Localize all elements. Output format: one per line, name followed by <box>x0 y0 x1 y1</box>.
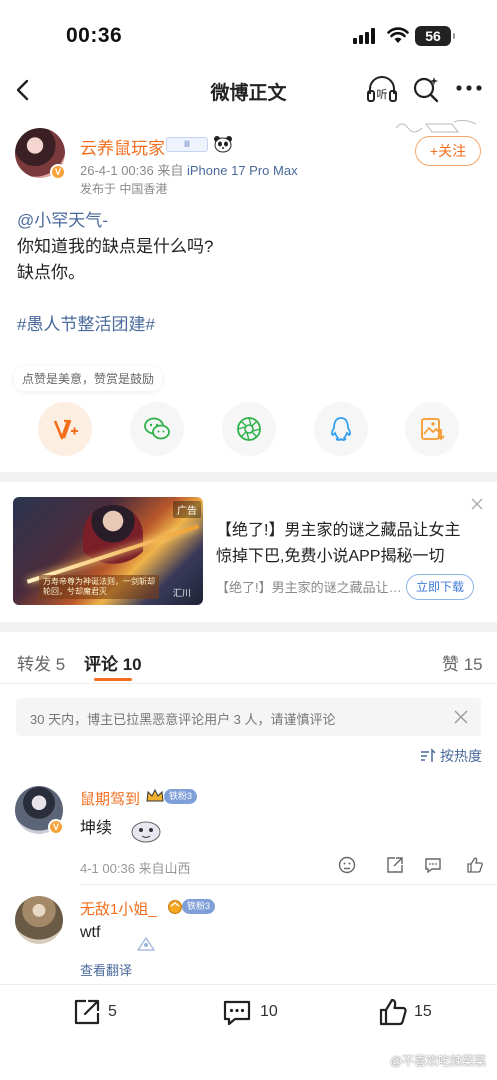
author-name[interactable]: 云养鼠玩家 <box>80 134 165 159</box>
sticker-icon <box>131 821 161 843</box>
like-button[interactable]: 15 <box>378 997 448 1029</box>
ad-card[interactable]: 万寿帝尊为神诞法则，一剑斩却轮回，兮却魔君灭 广告 汇川 【绝了!】男主家的谜之… <box>0 484 497 622</box>
comment-text: 坤续 <box>80 820 113 837</box>
watermark: @不喜欢吃辣菜菜 <box>390 1054 487 1068</box>
comment-meta: 4-1 00:36 来自山西 <box>80 861 191 876</box>
crown-icon <box>146 788 164 802</box>
share-wechat-button[interactable] <box>130 402 184 456</box>
share-moments-button[interactable] <box>222 402 276 456</box>
close-icon[interactable] <box>454 710 468 724</box>
share-row <box>0 402 497 460</box>
search-icon[interactable] <box>412 75 440 103</box>
listen-headphones-icon[interactable]: 听 <box>366 74 398 104</box>
post-header: V 云养鼠玩家 Ⅲ 26-4-1 00:36 来自 iPhone 17 Pro … <box>0 118 497 198</box>
translate-link[interactable]: 查看翻译 <box>80 960 132 979</box>
comment-notice: 30 天内，博主已拉黑恶意评论用户 3 人，请谨慎评论 <box>16 698 481 736</box>
cellular-signal-icon <box>353 28 375 44</box>
commenter-avatar[interactable] <box>15 896 63 944</box>
wifi-icon <box>387 27 409 43</box>
status-bar: 00:36 56 <box>0 0 497 70</box>
verified-badge-icon: V <box>50 164 66 180</box>
reward-button[interactable] <box>38 402 92 456</box>
sort-label: 按热度 <box>440 748 482 764</box>
sticker-icon <box>136 936 156 951</box>
follow-button[interactable]: +关注 <box>415 136 481 166</box>
svg-text:听: 听 <box>377 88 388 101</box>
section-divider <box>0 472 497 482</box>
tab-repost[interactable]: 转发 5 <box>17 650 65 675</box>
repost-count: 5 <box>108 1003 117 1020</box>
post-text-line: 缺点你。 <box>17 263 85 282</box>
ad-title[interactable]: 【绝了!】男主家的谜之藏品让女主惊掉下巴,免费小说APP揭秘一切 <box>216 518 476 570</box>
more-options-icon[interactable] <box>454 78 484 98</box>
ad-brand: 汇川 <box>173 588 192 598</box>
active-tab-indicator <box>94 678 132 681</box>
reward-icon <box>53 419 78 440</box>
comment-divider <box>80 884 497 885</box>
notice-text: 30 天内，博主已拉黑恶意评论用户 3 人，请谨慎评论 <box>30 712 336 727</box>
interaction-tabs: 转发 5 评论 10 赞 15 <box>0 634 497 684</box>
post-device[interactable]: iPhone 17 Pro Max <box>187 163 298 178</box>
navbar: 微博正文 听 <box>0 70 497 110</box>
post-meta: 26-4-1 00:36 来自 iPhone 17 Pro Max <box>80 160 298 179</box>
sort-icon <box>421 748 436 762</box>
repost-comment-icon[interactable] <box>386 856 404 874</box>
commenter-name[interactable]: 无敌1小姐_ <box>80 898 157 919</box>
comment-count: 10 <box>260 1003 278 1020</box>
wechat-icon <box>144 417 170 440</box>
post-time: 26-4-1 00:36 <box>80 163 154 178</box>
battery-indicator: 56 <box>415 26 455 46</box>
qq-icon <box>331 417 351 441</box>
comment-button[interactable]: 10 <box>222 997 292 1029</box>
member-level-badge: Ⅲ <box>166 137 208 152</box>
reply-comment-icon[interactable] <box>424 856 442 874</box>
thumbs-up-icon <box>379 998 407 1026</box>
share-qq-button[interactable] <box>314 402 368 456</box>
ad-download-button[interactable]: 立即下载 <box>406 574 474 600</box>
comment-item: 无敌1小姐_ 铁粉3 wtf 查看翻译 <box>0 896 497 982</box>
post-text-line: 你知道我的缺点是什么吗? <box>17 237 214 256</box>
repost-button[interactable]: 5 <box>72 997 132 1029</box>
section-divider <box>0 622 497 632</box>
close-icon[interactable] <box>470 497 484 511</box>
fan-badge: 铁粉3 <box>182 899 216 914</box>
comment-icon <box>223 1000 251 1026</box>
reward-tip: 点赞是美意，赞赏是鼓励 <box>14 366 163 391</box>
status-time: 00:36 <box>66 24 123 47</box>
save-image-icon <box>421 418 445 441</box>
comment-item: V 鼠期驾到 铁粉3 坤续 4-1 00:36 来自山西 <box>0 786 497 882</box>
commenter-name[interactable]: 鼠期驾到 <box>80 788 140 809</box>
comment-text: wtf <box>80 924 101 941</box>
tab-comment[interactable]: 评论 10 <box>84 650 142 675</box>
moments-icon <box>237 417 261 441</box>
verified-badge-icon: V <box>48 819 64 835</box>
ad-tag: 广告 <box>173 501 201 518</box>
ad-description: 【绝了!】男主家的谜之藏品让女主惊掉下巴 <box>216 580 402 595</box>
ad-image-caption: 万寿帝尊为神诞法则，一剑斩却轮回，兮却魔君灭 <box>39 575 159 599</box>
post-body: @小罕天气- 你知道我的缺点是什么吗? 缺点你。 #愚人节整活团建# <box>17 208 482 338</box>
like-comment-icon[interactable] <box>466 856 484 874</box>
save-image-button[interactable] <box>405 402 459 456</box>
post-from-label: 来自 <box>157 163 184 178</box>
post-location: 发布于 中国香港 <box>80 182 168 196</box>
panda-icon <box>214 136 232 153</box>
dislike-face-icon[interactable] <box>338 856 356 874</box>
fan-badge: 铁粉3 <box>164 789 198 804</box>
repost-icon <box>74 999 100 1025</box>
tab-like[interactable]: 赞 15 <box>442 650 483 675</box>
hashtag-link[interactable]: #愚人节整活团建# <box>17 312 482 338</box>
mention-link[interactable]: @小罕天气- <box>17 208 482 234</box>
like-count: 15 <box>414 1003 432 1020</box>
ad-image[interactable]: 万寿帝尊为神诞法则，一剑斩却轮回，兮却魔君灭 广告 汇川 <box>13 497 203 605</box>
